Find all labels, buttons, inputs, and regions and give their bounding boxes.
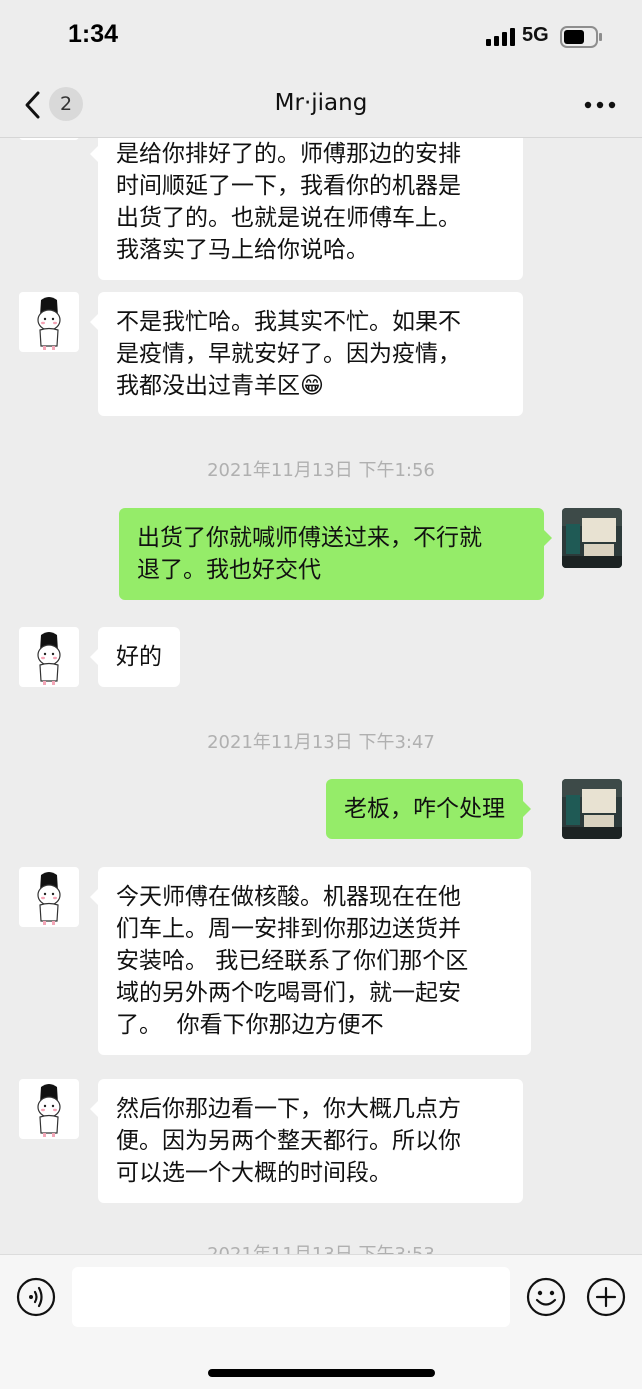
chat-title: Mr·jiang: [274, 90, 368, 116]
battery-icon: [560, 26, 602, 48]
cartoon-avatar-icon: [37, 632, 61, 685]
message-bubble[interactable]: 好的: [90, 627, 180, 687]
contact-avatar[interactable]: [19, 1079, 79, 1139]
message-bubble[interactable]: 是给你排好了的。师傅那边的安排 时间顺延了一下，我看你的机器是 出货了的。也就是…: [90, 138, 523, 280]
timestamp: 2021年11月13日 下午3:53: [0, 1240, 642, 1254]
network-label: 5G: [522, 24, 549, 46]
timestamp: 2021年11月13日 下午3:47: [207, 732, 435, 753]
nav-bar: Mr·jiang: [0, 72, 642, 138]
contact-avatar[interactable]: [19, 867, 79, 927]
message-bubble[interactable]: 今天师傅在做核酸。机器现在在他 们车上。周一安排到你那边送货并 安装哈。 我已经…: [90, 867, 531, 1055]
status-bar: 1:34 5G: [0, 0, 642, 72]
cartoon-avatar-icon: [37, 1084, 61, 1137]
unread-badge[interactable]: 2: [49, 87, 83, 121]
room-photo-icon: [562, 779, 622, 839]
cartoon-avatar-icon: [37, 297, 61, 350]
contact-avatar[interactable]: [19, 292, 79, 352]
status-time: 1:34: [68, 20, 119, 48]
signal-bars-icon: [486, 28, 515, 46]
chat-area[interactable]: 是给你排好了的。师傅那边的安排 时间顺延了一下，我看你的机器是 出货了的。也就是…: [0, 138, 642, 1254]
more-dots-icon[interactable]: [584, 100, 616, 110]
user-avatar[interactable]: [562, 779, 622, 839]
input-bar: [0, 1254, 642, 1389]
message-bubble[interactable]: 老板，咋个处理: [326, 779, 531, 839]
voice-icon[interactable]: [16, 1277, 56, 1317]
message-bubble[interactable]: 不是我忙哈。我其实不忙。如果不 是疫情，早就安好了。因为疫情， 我都没出过青羊区…: [90, 292, 523, 416]
message-bubble[interactable]: 然后你那边看一下，你大概几点方 便。因为另两个整天都行。所以你 可以选一个大概的…: [90, 1079, 523, 1203]
user-avatar[interactable]: [562, 508, 622, 568]
cartoon-avatar-icon: [37, 872, 61, 925]
timestamp: 2021年11月13日 下午1:56: [207, 460, 435, 481]
room-photo-icon: [562, 508, 622, 568]
message-bubble[interactable]: 出货了你就喊师傅送过来，不行就 退了。我也好交代: [119, 508, 552, 600]
message-input[interactable]: [72, 1267, 510, 1327]
plus-icon[interactable]: [586, 1277, 626, 1317]
home-indicator[interactable]: [208, 1369, 435, 1377]
emoji-icon[interactable]: [526, 1277, 566, 1317]
contact-avatar[interactable]: [19, 138, 79, 140]
contact-avatar[interactable]: [19, 627, 79, 687]
